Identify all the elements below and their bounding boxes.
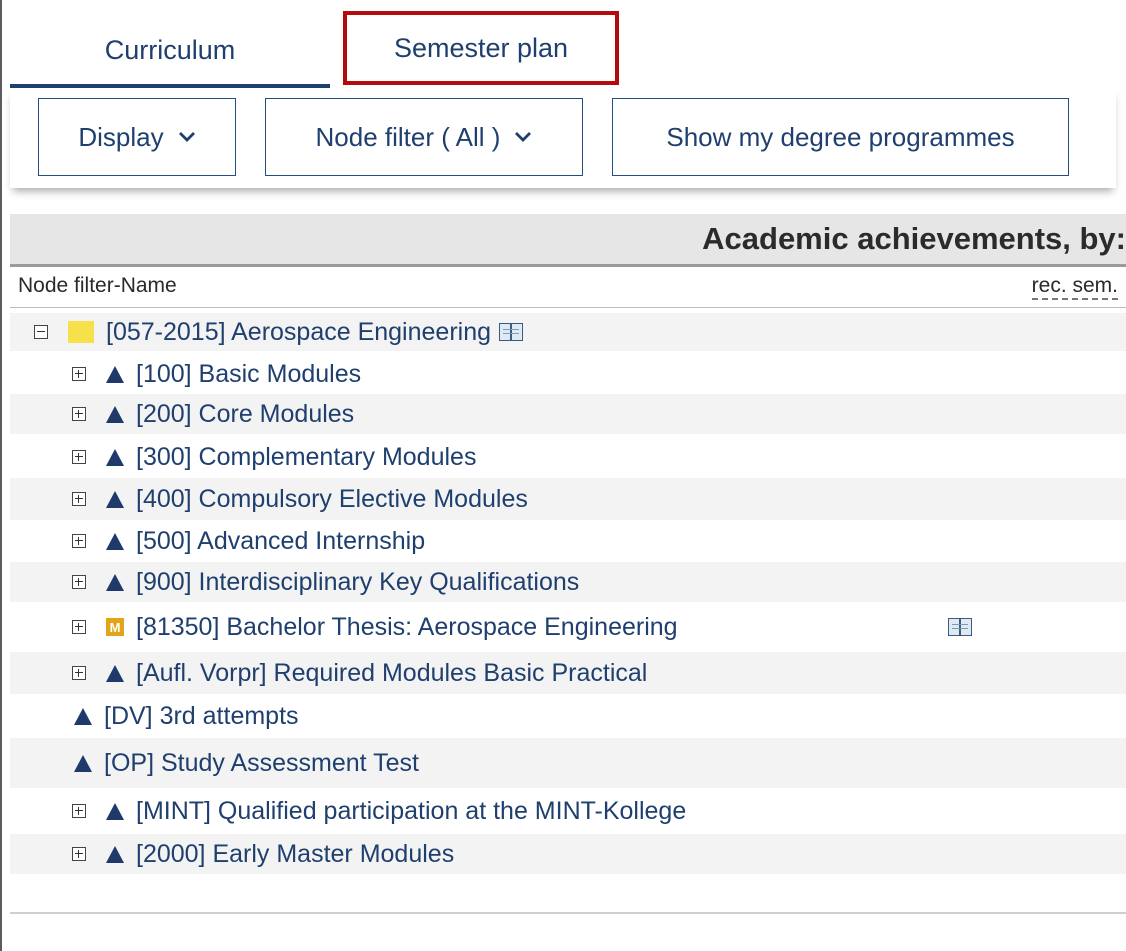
- chevron-down-icon: [178, 132, 195, 142]
- triangle-icon: [106, 573, 124, 591]
- tree-row: [100] Basic Modules: [10, 354, 1126, 394]
- tree-row: [OP] Study Assessment Test: [10, 738, 1126, 788]
- tree-node-label[interactable]: [100] Basic Modules: [136, 360, 361, 389]
- column-header-name[interactable]: Node filter-Name: [18, 274, 177, 298]
- expand-icon[interactable]: [72, 407, 86, 421]
- triangle-icon: [106, 448, 124, 466]
- tree-node-label[interactable]: [2000] Early Master Modules: [136, 840, 454, 869]
- triangle-icon: [74, 707, 92, 725]
- section-title: Academic achievements, by:: [702, 221, 1126, 256]
- folder-icon: [68, 321, 94, 343]
- tree-node-label[interactable]: [81350] Bachelor Thesis: Aerospace Engin…: [136, 613, 678, 642]
- node-filter-dropdown-button[interactable]: Node filter ( All ): [265, 98, 583, 176]
- tab-curriculum-label: Curriculum: [104, 34, 236, 65]
- tree-row: [Aufl. Vorpr] Required Modules Basic Pra…: [10, 652, 1126, 694]
- tree-row: [400] Compulsory Elective Modules: [10, 478, 1126, 520]
- expand-icon[interactable]: [72, 367, 86, 381]
- expand-icon[interactable]: [72, 847, 86, 861]
- tab-curriculum[interactable]: Curriculum: [10, 14, 330, 86]
- tree-row: [900] Interdisciplinary Key Qualificatio…: [10, 562, 1126, 602]
- expand-icon[interactable]: [72, 492, 86, 506]
- tab-semester-plan[interactable]: Semester plan: [343, 11, 619, 85]
- tree-node-label[interactable]: [400] Compulsory Elective Modules: [136, 485, 528, 514]
- expand-icon[interactable]: [72, 666, 86, 680]
- tree-node-label[interactable]: [MINT] Qualified participation at the MI…: [136, 797, 686, 826]
- tree-row: [DV] 3rd attempts: [10, 694, 1126, 738]
- divider: [10, 912, 1126, 914]
- divider: [10, 307, 1126, 308]
- tree-row: [MINT] Qualified participation at the MI…: [10, 788, 1126, 834]
- triangle-icon: [106, 664, 124, 682]
- tree-row: M [81350] Bachelor Thesis: Aerospace Eng…: [10, 602, 1126, 652]
- book-icon[interactable]: [948, 618, 972, 636]
- collapse-icon[interactable]: [34, 325, 48, 339]
- expand-icon[interactable]: [72, 620, 86, 634]
- tree-node-label[interactable]: [200] Core Modules: [136, 400, 354, 429]
- tree-row: [300] Complementary Modules: [10, 436, 1126, 478]
- tree-node-label[interactable]: [500] Advanced Internship: [136, 527, 425, 556]
- section-header: Academic achievements, by:: [10, 214, 1126, 264]
- tree-node-label[interactable]: [057-2015] Aerospace Engineering: [106, 318, 491, 347]
- tree-node-label[interactable]: [DV] 3rd attempts: [104, 702, 299, 731]
- node-filter-label: Node filter ( All ): [315, 121, 501, 152]
- show-my-degree-programmes-button[interactable]: Show my degree programmes: [612, 98, 1069, 176]
- tab-semester-plan-label: Semester plan: [393, 32, 569, 63]
- expand-icon[interactable]: [72, 575, 86, 589]
- expand-icon[interactable]: [72, 534, 86, 548]
- tree-node-label[interactable]: [900] Interdisciplinary Key Qualificatio…: [136, 568, 579, 597]
- triangle-icon: [106, 490, 124, 508]
- display-dropdown-button[interactable]: Display: [38, 98, 236, 176]
- column-header-rec-sem[interactable]: rec. sem.: [1031, 274, 1118, 300]
- book-icon[interactable]: [499, 323, 524, 341]
- tree-node-label[interactable]: [300] Complementary Modules: [136, 443, 476, 472]
- expand-icon[interactable]: [72, 450, 86, 464]
- triangle-icon: [74, 754, 92, 772]
- triangle-icon: [106, 802, 124, 820]
- left-border: [0, 0, 2, 951]
- triangle-icon: [106, 405, 124, 423]
- show-programmes-label: Show my degree programmes: [666, 121, 1015, 152]
- tree-root-row: [057-2015] Aerospace Engineering: [10, 313, 1126, 351]
- tree-row: [2000] Early Master Modules: [10, 834, 1126, 874]
- triangle-icon: [106, 365, 124, 383]
- chevron-down-icon: [515, 132, 532, 142]
- tree-row: [500] Advanced Internship: [10, 520, 1126, 562]
- triangle-icon: [106, 532, 124, 550]
- display-label: Display: [78, 121, 164, 152]
- tree-node-label[interactable]: [OP] Study Assessment Test: [104, 749, 419, 778]
- expand-icon[interactable]: [72, 804, 86, 818]
- module-m-icon: M: [106, 618, 124, 636]
- tree-row: [200] Core Modules: [10, 394, 1126, 434]
- divider: [10, 264, 1126, 267]
- triangle-icon: [106, 845, 124, 863]
- tree-node-label[interactable]: [Aufl. Vorpr] Required Modules Basic Pra…: [136, 659, 647, 688]
